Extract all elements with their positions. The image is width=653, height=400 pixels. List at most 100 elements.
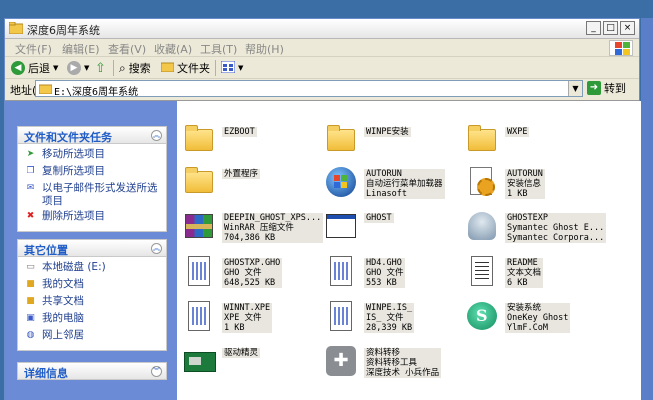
menu-view[interactable]: 查看(V) bbox=[108, 41, 146, 57]
folder-icon bbox=[465, 123, 499, 157]
file-item[interactable]: GHOSTXP.GHO GHO 文件 648,525 KB bbox=[182, 254, 322, 288]
place-network[interactable]: ◍ 网上邻居 bbox=[24, 329, 166, 344]
folder-icon bbox=[8, 21, 24, 37]
window-title: 深度6周年系统 bbox=[27, 24, 100, 37]
title-bar[interactable]: 深度6周年系统 _ □ × bbox=[5, 19, 639, 39]
winrar-icon bbox=[182, 209, 216, 243]
onekey-ghost-icon bbox=[465, 299, 499, 333]
content-area: 文件和文件夹任务 ︽ ➤ 移动所选项目 ❐ 复制所选项目 ✉ 以电子邮件形式发送所选项… bbox=[5, 100, 641, 400]
copy-icon: ❐ bbox=[26, 166, 35, 176]
file-item[interactable]: GHOSTEXP Symantec Ghost E... Symantec Corp… bbox=[465, 209, 607, 243]
views-button[interactable]: ▼ bbox=[220, 60, 244, 76]
delete-icon: ✖ bbox=[26, 211, 35, 221]
email-icon: ✉ bbox=[26, 183, 35, 193]
folders-label: 文件夹 bbox=[177, 62, 210, 75]
gho-file-icon bbox=[324, 254, 358, 288]
window-icon bbox=[324, 209, 358, 243]
other-places-panel: 其它位置 ︽ ▭ 本地磁盘 (E:) ■ 我的文档 ■ 共享文档 ▣ 我的电脑 ◍ 网上邻… bbox=[17, 239, 167, 351]
file-item[interactable]: ✚ 资料转移 资料转移工具 深度技术 小兵作品 bbox=[324, 344, 464, 378]
file-item[interactable]: WXPE bbox=[465, 123, 605, 157]
address-path: E:\深度6周年系统 bbox=[54, 87, 139, 98]
expand-icon[interactable]: ︾ bbox=[151, 366, 162, 377]
network-icon: ◍ bbox=[26, 330, 35, 340]
folders-button[interactable]: 文件夹 bbox=[160, 60, 210, 76]
place-my-computer[interactable]: ▣ 我的电脑 bbox=[24, 312, 166, 327]
task-copy[interactable]: ❐ 复制所选项目 bbox=[24, 165, 166, 180]
menu-file[interactable]: 文件(F) bbox=[15, 41, 52, 57]
address-bar: 地址(D) E:\深度6周年系统 ▼ ➜ 转到 bbox=[5, 79, 639, 99]
file-item[interactable]: GHOST bbox=[324, 209, 464, 243]
file-item[interactable]: 安装系统OneKey GhostYlmF.CoM bbox=[465, 299, 605, 333]
details-header[interactable]: 详细信息 ︾ bbox=[17, 362, 167, 380]
task-delete[interactable]: ✖ 删除所选项目 bbox=[24, 210, 166, 225]
close-button[interactable]: × bbox=[620, 21, 635, 35]
folder-icon bbox=[38, 83, 53, 97]
documents-folder-icon: ■ bbox=[26, 279, 35, 289]
maximize-button[interactable]: □ bbox=[603, 21, 618, 35]
file-item[interactable]: 外置程序 bbox=[182, 165, 322, 199]
ghost-icon bbox=[465, 209, 499, 243]
gho-file-icon bbox=[182, 254, 216, 288]
autorun-icon bbox=[324, 165, 358, 199]
windows-flag-icon bbox=[609, 40, 633, 56]
go-arrow-icon: ➜ bbox=[587, 81, 601, 95]
file-item[interactable]: AUTORUN 自动运行菜单加载器 Linasoft bbox=[324, 165, 464, 199]
collapse-icon[interactable]: ︽ bbox=[151, 243, 162, 254]
gho-file-icon bbox=[182, 299, 216, 333]
search-button[interactable]: ⌕ 搜索 bbox=[119, 60, 151, 76]
panel-title: 文件和文件夹任务 bbox=[24, 131, 112, 144]
go-button[interactable]: ➜ 转到 bbox=[587, 80, 626, 96]
minimize-button[interactable]: _ bbox=[586, 21, 601, 35]
file-item[interactable]: DEEPIN_GHOST_XPS... WinRAR 压缩文件 704,386 KB bbox=[182, 209, 324, 243]
file-item[interactable]: WINNT.XPE XPE 文件 1 KB bbox=[182, 299, 322, 333]
menu-help[interactable]: 帮助(H) bbox=[245, 41, 284, 57]
file-tasks-header[interactable]: 文件和文件夹任务 ︽ bbox=[17, 126, 167, 144]
explorer-window: 深度6周年系统 _ □ × 文件(F) 编辑(E) 查看(V) 收藏(A) 工具… bbox=[4, 18, 641, 400]
task-email[interactable]: ✉ 以电子邮件形式发送所选项目 bbox=[24, 182, 166, 208]
file-tasks-panel: 文件和文件夹任务 ︽ ➤ 移动所选项目 ❐ 复制所选项目 ✉ 以电子邮件形式发送所选项… bbox=[17, 126, 167, 232]
place-shared-documents[interactable]: ■ 共享文档 bbox=[24, 295, 166, 310]
menu-edit[interactable]: 编辑(E) bbox=[62, 41, 100, 57]
text-file-icon bbox=[465, 254, 499, 288]
details-panel: 详细信息 ︾ bbox=[17, 362, 167, 380]
file-item[interactable]: HD4.GHO GHO 文件 553 KB bbox=[324, 254, 464, 288]
file-item[interactable]: EZBOOT bbox=[182, 123, 322, 157]
other-places-header[interactable]: 其它位置 ︽ bbox=[17, 239, 167, 257]
chevron-down-icon: ▼ bbox=[84, 64, 90, 72]
folder-icon bbox=[324, 123, 358, 157]
go-label: 转到 bbox=[604, 82, 626, 95]
desktop-background-strip bbox=[641, 18, 653, 400]
chevron-down-icon: ▼ bbox=[238, 64, 244, 72]
menu-tools[interactable]: 工具(T) bbox=[200, 41, 237, 57]
driver-icon bbox=[182, 344, 216, 378]
up-folder-button[interactable]: ⇧ bbox=[95, 60, 106, 76]
user-transfer-icon: ✚ bbox=[324, 344, 358, 378]
task-move[interactable]: ➤ 移动所选项目 bbox=[24, 148, 166, 163]
menu-favorites[interactable]: 收藏(A) bbox=[154, 41, 192, 57]
place-local-disk[interactable]: ▭ 本地磁盘 (E:) bbox=[24, 261, 166, 276]
setup-info-icon bbox=[465, 165, 499, 199]
folder-icon bbox=[182, 123, 216, 157]
collapse-icon[interactable]: ︽ bbox=[151, 130, 162, 141]
file-item[interactable]: WINPE安装 bbox=[324, 123, 464, 157]
chevron-down-icon: ▼ bbox=[53, 64, 59, 72]
file-item[interactable]: README 文本文档 6 KB bbox=[465, 254, 605, 288]
place-my-documents[interactable]: ■ 我的文档 bbox=[24, 278, 166, 293]
file-item[interactable]: 驱动精灵 bbox=[182, 344, 322, 378]
file-item[interactable]: AUTORUN 安装信息 1 KB bbox=[465, 165, 605, 199]
folders-icon bbox=[160, 61, 175, 75]
file-item[interactable]: WINPE.IS_ IS_ 文件 28,339 KB bbox=[324, 299, 464, 333]
search-icon: ⌕ bbox=[119, 60, 126, 75]
shared-folder-icon: ■ bbox=[26, 296, 35, 306]
address-input[interactable]: E:\深度6周年系统 ▼ bbox=[35, 80, 583, 98]
task-pane: 文件和文件夹任务 ︽ ➤ 移动所选项目 ❐ 复制所选项目 ✉ 以电子邮件形式发送所选项… bbox=[5, 101, 177, 400]
forward-button[interactable]: ▶ ▼ bbox=[67, 60, 89, 76]
back-button[interactable]: ◀ 后退 ▼ bbox=[11, 60, 58, 76]
folder-icon bbox=[182, 165, 216, 199]
panel-title: 其它位置 bbox=[24, 244, 68, 257]
panel-title: 详细信息 bbox=[24, 367, 68, 380]
address-dropdown-button[interactable]: ▼ bbox=[568, 81, 582, 96]
back-arrow-icon: ◀ bbox=[11, 61, 25, 75]
drive-icon: ▭ bbox=[26, 262, 35, 272]
file-list: EZBOOT WINPE安装 WXPE 外置程序 AUTORUN 自动运行菜单加… bbox=[177, 101, 641, 400]
